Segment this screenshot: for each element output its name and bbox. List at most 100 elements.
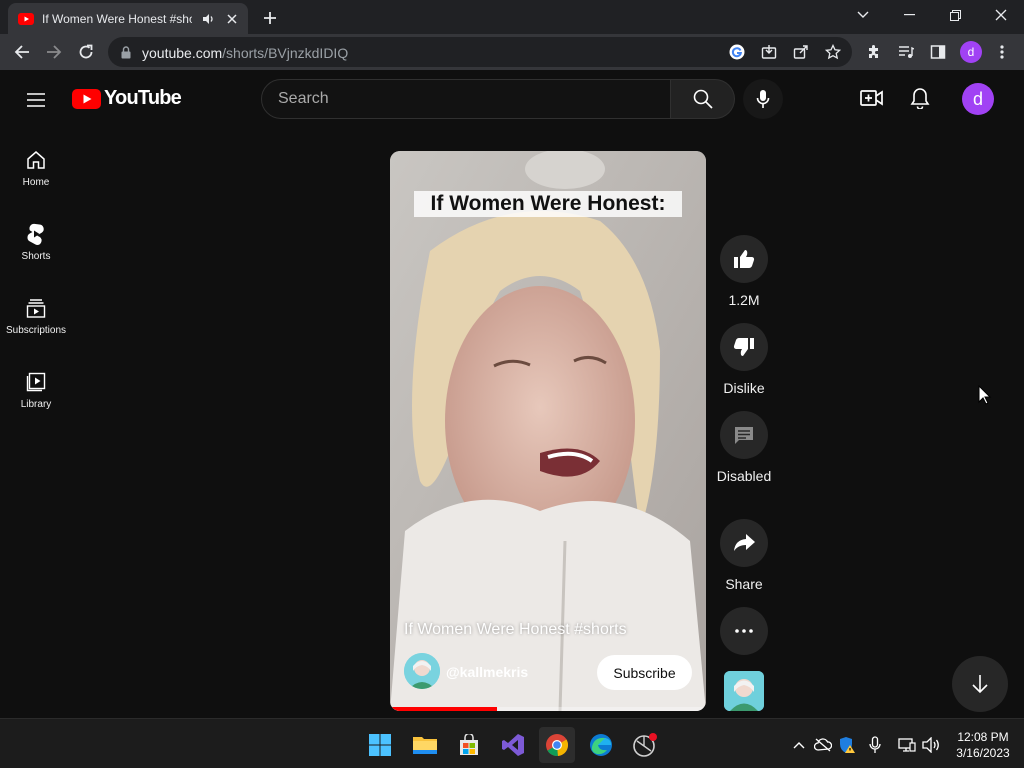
volume-tray-icon[interactable] [922,736,940,754]
video-progress-fill [390,707,498,711]
home-icon [24,148,48,172]
visual-studio-button[interactable] [495,727,531,763]
folder-icon [413,737,437,754]
share-page-icon[interactable] [792,43,810,61]
forward-button[interactable] [40,38,68,66]
arrow-down-icon [972,675,988,694]
file-explorer-button[interactable] [407,727,443,763]
clock-date: 3/16/2023 [956,746,1010,760]
subscriptions-icon [24,296,48,320]
chrome-menu-icon[interactable] [992,42,1012,62]
comments-button[interactable]: Disabled [716,411,772,486]
search-button[interactable] [671,79,735,119]
chrome-taskbar-button[interactable] [539,727,575,763]
short-title[interactable]: If Women Were Honest #shorts [404,621,627,639]
subscribe-button[interactable]: Subscribe [597,655,692,690]
more-actions-button[interactable] [716,607,772,655]
dislike-button[interactable]: Dislike [716,323,772,398]
lock-icon[interactable] [117,43,135,61]
edge-taskbar-button[interactable] [583,727,619,763]
new-tab-button[interactable] [258,6,282,30]
visual-studio-icon [502,734,524,756]
comments-label: Disabled [716,468,772,484]
tab-close-icon[interactable] [224,11,240,27]
youtube-logo-text: YouTube [104,87,182,109]
youtube-favicon-icon [18,11,34,27]
guide-label: Library [20,399,52,410]
channel-avatar[interactable] [404,653,440,689]
share-button[interactable]: Share [716,519,772,594]
browser-tab-strip: If Women Were Honest #shorts - YouTube [0,0,1024,34]
security-warning-icon[interactable] [838,736,856,754]
back-button[interactable] [8,38,36,66]
store-icon [460,734,478,755]
guide-label: Home [22,177,50,188]
youtube-page: YouTube Search d Home Shorts Subscriptio… [0,70,1024,718]
recorder-icon [633,733,657,757]
google-lens-icon[interactable] [728,43,746,61]
guide-menu-button[interactable] [22,86,50,114]
extensions-icon[interactable] [864,42,884,62]
guide-item-library[interactable]: Library [0,362,72,424]
show-hidden-icons-button[interactable] [790,736,808,754]
video-overlay-caption: If Women Were Honest: [414,191,682,217]
start-button[interactable] [362,727,398,763]
address-bar[interactable]: youtube.com/shorts/BVjnzkdIDIQ [108,37,852,67]
bell-icon [910,88,930,109]
install-app-icon[interactable] [760,43,778,61]
guide-item-shorts[interactable]: Shorts [0,214,72,276]
onedrive-tray-icon[interactable] [814,736,832,754]
channel-handle[interactable]: @kallmekris [446,664,528,680]
edge-icon [590,734,612,756]
tab-title: If Women Were Honest #shorts - YouTube [42,11,192,26]
thumbs-down-icon [733,338,754,356]
next-short-button[interactable] [952,656,1008,712]
media-control-icon[interactable] [896,42,916,62]
notifications-button[interactable] [906,84,934,112]
browser-toolbar: youtube.com/shorts/BVjnzkdIDIQ d [0,34,1024,70]
thumbs-up-icon [734,250,755,268]
dislike-label: Dislike [723,380,765,396]
library-icon [24,370,48,394]
shorts-video-player[interactable]: If Women Were Honest: If Women Were Hone… [390,151,706,711]
youtube-play-icon [72,88,101,109]
url-text: youtube.com/shorts/BVjnzkdIDIQ [142,45,348,61]
sound-thumbnail[interactable] [724,671,764,711]
tab-audio-icon[interactable] [200,11,216,27]
browser-tab[interactable]: If Women Were Honest #shorts - YouTube [8,3,248,34]
microsoft-store-button[interactable] [451,727,487,763]
guide-item-subscriptions[interactable]: Subscriptions [0,288,72,350]
microphone-tray-icon[interactable] [866,736,884,754]
microphone-icon [756,90,770,108]
url-path: /shorts/BVjnzkdIDIQ [222,45,349,61]
video-plus-icon [860,90,883,106]
like-count: 1.2M [728,292,760,308]
side-panel-icon[interactable] [928,42,948,62]
share-label: Share [725,576,763,592]
app-taskbar-button[interactable] [627,727,663,763]
tab-search-button[interactable] [840,0,886,30]
create-video-button[interactable] [858,84,886,112]
video-progress-bar[interactable] [390,707,706,711]
reload-button[interactable] [72,38,100,66]
chrome-icon [546,734,569,757]
like-button[interactable]: 1.2M [716,235,772,310]
youtube-logo[interactable]: YouTube [72,87,182,110]
bookmark-star-icon[interactable] [824,43,842,61]
shorts-icon [24,222,48,246]
guide-label: Shorts [21,251,51,262]
chrome-profile-avatar[interactable]: d [960,41,982,63]
system-clock[interactable]: 12:08 PM 3/16/2023 [948,729,1018,761]
restore-button[interactable] [932,0,978,30]
windows-taskbar: 12:08 PM 3/16/2023 [0,718,1024,768]
search-placeholder: Search [278,90,329,107]
search-input[interactable]: Search [261,79,671,119]
guide-item-home[interactable]: Home [0,140,72,202]
clock-time: 12:08 PM [957,730,1009,744]
minimize-button[interactable] [886,0,932,30]
chevron-up-icon [793,742,805,749]
close-window-button[interactable] [978,0,1024,30]
network-tray-icon[interactable] [898,736,916,754]
account-avatar[interactable]: d [962,83,994,115]
voice-search-button[interactable] [743,79,783,119]
